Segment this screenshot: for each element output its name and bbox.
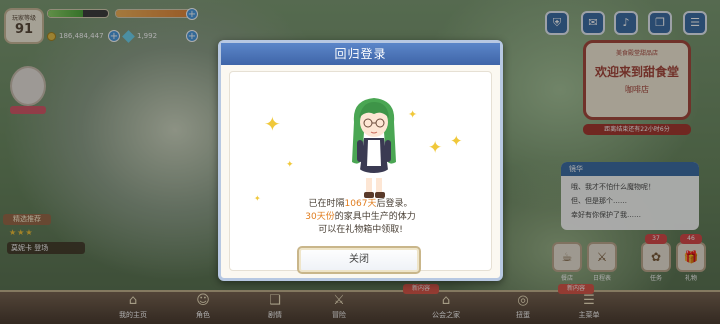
days-suffix: 后登录。 <box>376 199 413 209</box>
sparkle-icon: ✦ <box>428 138 443 158</box>
dialog-title: 回归登录 <box>221 43 500 65</box>
days-prefix: 已在时隔 <box>308 199 345 209</box>
sparkle-icon: ✦ <box>264 112 281 136</box>
dialog-body: ✦ ✦ ✦ ✦ ✦ ✦ 已在时隔1067天后登录。 30天份的家具中生产的体力 … <box>229 71 492 271</box>
message-line-1: 已在时隔1067天后登录。 <box>230 196 491 209</box>
sparkle-icon: ✦ <box>286 160 294 170</box>
stamina-days-value: 30天份 <box>305 212 335 222</box>
message-line-3: 可以在礼物箱中领取! <box>318 225 403 235</box>
days-away-value: 1067天 <box>344 199 377 209</box>
sparkle-icon: ✦ <box>450 132 463 150</box>
character-sprite <box>352 98 396 198</box>
sparkle-icon: ✦ <box>408 108 418 121</box>
return-login-dialog: 回归登录 ✦ ✦ ✦ ✦ ✦ ✦ 已在时隔1067天后登录。 30天份的家具中生… <box>218 40 503 281</box>
stamina-suffix: 的家具中生产的体力 <box>334 212 416 222</box>
message-line-2: 30天份的家具中生产的体力 <box>230 209 491 222</box>
close-button[interactable]: 关闭 <box>297 246 421 274</box>
